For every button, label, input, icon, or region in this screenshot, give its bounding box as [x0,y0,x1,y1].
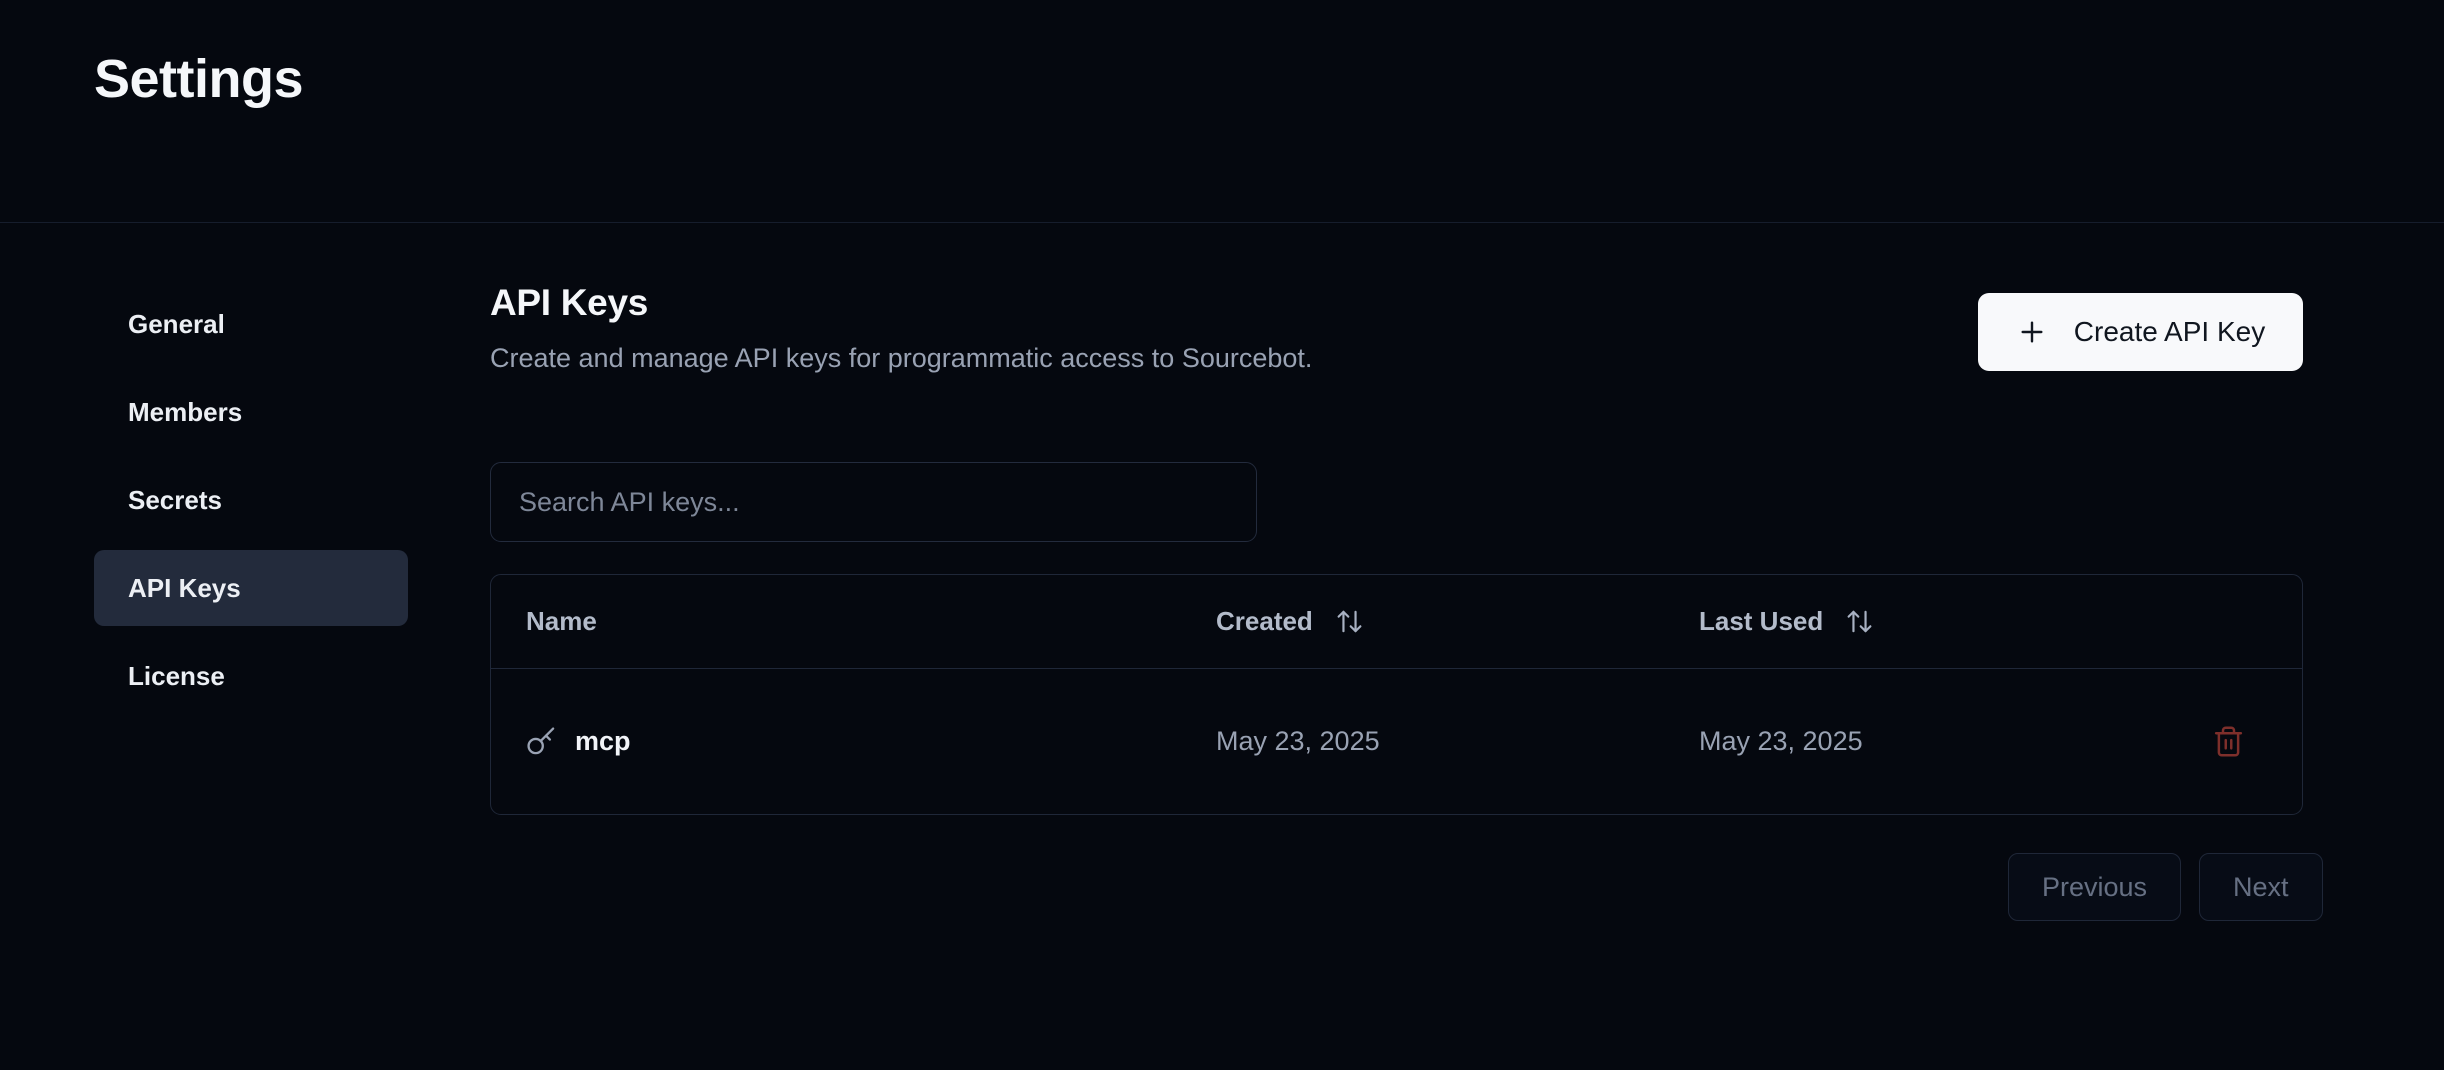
table-header-row: Name Created Last Used [491,575,2302,669]
previous-page-button[interactable]: Previous [2008,853,2182,921]
page-title: Settings [94,49,304,109]
sidebar-item-secrets[interactable]: Secrets [94,462,408,538]
api-key-name-cell: mcp [526,726,1216,757]
column-header-name: Name [526,606,1216,637]
api-keys-table: Name Created Last Used mcp May 23, 2025 … [490,574,2303,815]
delete-api-key-button[interactable] [2204,717,2253,766]
pagination: Previous Next [2008,853,2323,921]
api-key-actions-cell [2154,717,2302,766]
section-subtitle: Create and manage API keys for programma… [490,343,1313,373]
create-api-key-button[interactable]: Create API Key [1978,293,2303,371]
api-key-name: mcp [575,726,631,756]
search-input[interactable] [490,462,1257,542]
column-header-label: Created [1216,606,1313,636]
column-header-label: Name [526,606,597,636]
column-header-label: Last Used [1699,606,1824,636]
arrow-up-down-icon[interactable] [1335,607,1364,636]
sidebar-item-label: General [128,308,225,339]
sidebar-item-license[interactable]: License [94,638,408,714]
next-page-button[interactable]: Next [2199,853,2323,921]
sidebar-item-label: Secrets [128,484,222,515]
api-key-last-used: May 23, 2025 [1699,726,1863,756]
settings-sidebar: General Members Secrets API Keys License [94,286,408,714]
table-row: mcp May 23, 2025 May 23, 2025 [491,669,2302,814]
trash-icon [2212,725,2245,758]
column-header-created[interactable]: Created [1216,606,1699,637]
sidebar-item-members[interactable]: Members [94,374,408,450]
arrow-up-down-icon[interactable] [1845,607,1874,636]
plus-icon [2016,316,2048,348]
sidebar-item-label: API Keys [128,572,241,603]
key-icon [526,726,557,757]
sidebar-item-label: License [128,660,225,691]
create-api-key-label: Create API Key [2073,316,2266,347]
page-header: Settings [0,0,2444,223]
section-title: API Keys [490,282,649,323]
sidebar-item-general[interactable]: General [94,286,408,362]
api-key-created: May 23, 2025 [1216,726,1380,756]
column-header-last-used[interactable]: Last Used [1699,606,2154,637]
sidebar-item-api-keys[interactable]: API Keys [94,550,408,626]
settings-page: Settings General Members Secrets API Key… [0,0,2444,1070]
sidebar-item-label: Members [128,396,243,427]
